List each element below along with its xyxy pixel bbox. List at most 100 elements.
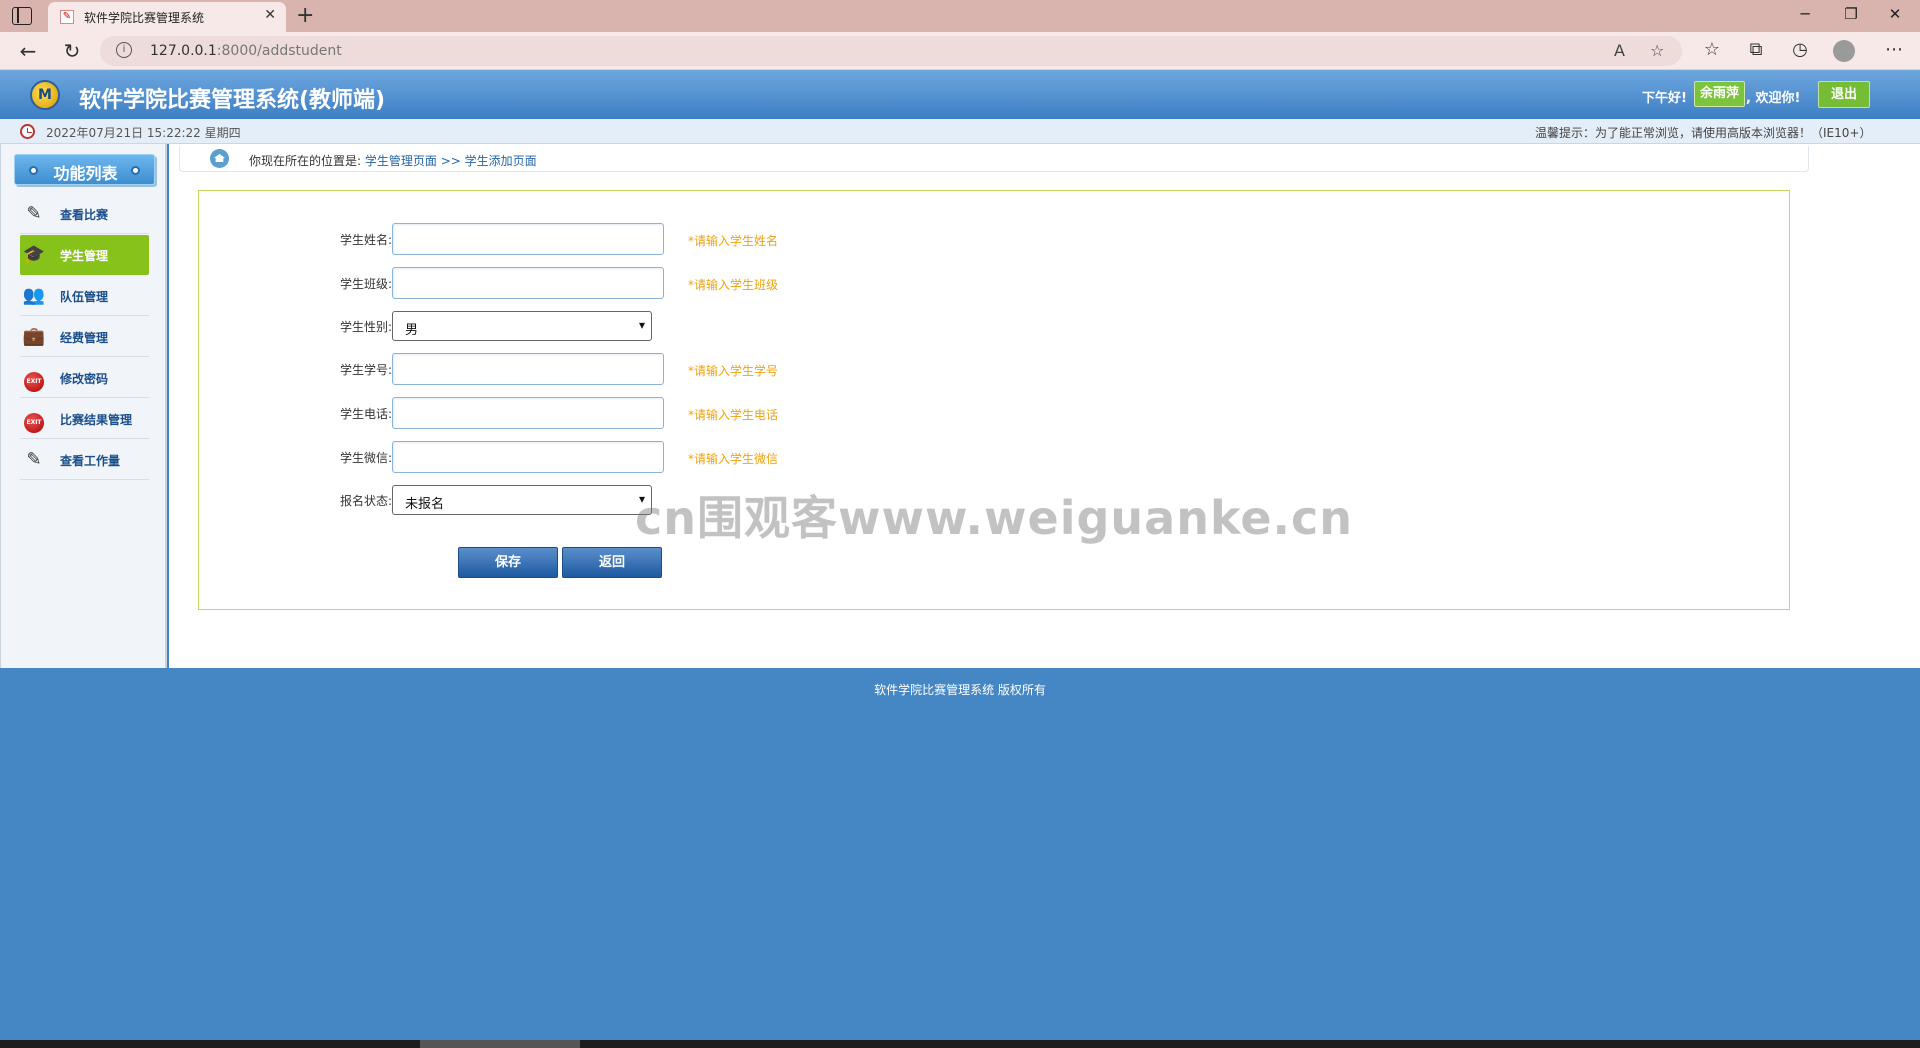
sidebar-item-label: 学生管理: [60, 249, 109, 263]
collections-icon[interactable]: ⧉: [1744, 39, 1768, 60]
name-label: 学生姓名:: [339, 233, 392, 247]
home-icon: [210, 149, 229, 168]
student-phone-input[interactable]: [392, 397, 664, 429]
url-text: 127.0.0.1:8000/addstudent: [150, 43, 342, 59]
phone-label: 学生电话:: [339, 407, 392, 421]
sidebar-item-view-workload[interactable]: ✎ 查看工作量: [20, 440, 149, 480]
form-row-wechat: 学生微信: *请输入学生微信: [199, 441, 1791, 473]
wechat-label: 学生微信:: [339, 451, 392, 465]
favorites-icon[interactable]: ☆: [1700, 39, 1724, 60]
clock-icon: [20, 124, 35, 139]
close-window-icon[interactable]: ✕: [1880, 5, 1910, 23]
watermark-text: cn围观客www.weiguanke.cn: [635, 491, 1354, 545]
sidebar-item-view-competitions[interactable]: ✎ 查看比赛: [20, 194, 149, 234]
phone-hint: *请输入学生电话: [688, 408, 779, 422]
exit-icon: EXIT: [22, 367, 46, 392]
student-name-input[interactable]: [392, 223, 664, 255]
breadcrumb-link-add-student[interactable]: 学生添加页面: [465, 154, 537, 168]
logout-button[interactable]: 退出: [1818, 81, 1870, 108]
reload-icon[interactable]: ↻: [60, 39, 84, 63]
gender-select[interactable]: 男 ▾: [392, 311, 652, 341]
form-row-number: 学生学号: *请输入学生学号: [199, 353, 1791, 385]
browser-tip: 温馨提示：为了能正常浏览，请使用高版本浏览器！（IE10+）: [1535, 126, 1872, 140]
address-bar-row: ← ↻ i 127.0.0.1:8000/addstudent A ☆ ☆ ⧉ …: [0, 32, 1920, 70]
restore-icon[interactable]: ❐: [1836, 5, 1866, 23]
site-header: M 软件学院比赛管理系统(教师端) 下午好! 余雨萍 , 欢迎你! 退出: [0, 70, 1920, 119]
breadcrumb-prefix: 你现在所在的位置是:: [249, 154, 362, 168]
taskbar-active-app[interactable]: [420, 1040, 580, 1048]
sidebar-item-label: 队伍管理: [60, 290, 109, 304]
team-icon: 👥: [22, 285, 46, 306]
breadcrumb-text: 你现在所在的位置是: 学生管理页面 >> 学生添加页面: [249, 152, 537, 169]
chevron-down-icon: ▾: [638, 318, 645, 332]
breadcrumb: 你现在所在的位置是: 学生管理页面 >> 学生添加页面: [179, 146, 1809, 172]
sidebar-heading: 功能列表: [14, 154, 155, 185]
breadcrumb-separator: >>: [440, 154, 461, 168]
logo-icon: M: [30, 80, 60, 110]
status-select[interactable]: 未报名 ▾: [392, 485, 652, 515]
minimize-icon[interactable]: ─: [1790, 5, 1820, 23]
form-row-gender: 学生性别: 男 ▾: [199, 310, 1791, 342]
tab-actions-icon[interactable]: [12, 7, 32, 25]
student-class-input[interactable]: [392, 267, 664, 299]
dot-icon: [131, 166, 140, 175]
funds-icon: 💼: [22, 326, 46, 347]
history-icon[interactable]: ◷: [1788, 39, 1812, 60]
username-badge: 余雨萍: [1694, 81, 1746, 107]
sidebar-item-label: 修改密码: [60, 372, 109, 386]
url-field[interactable]: i 127.0.0.1:8000/addstudent A ☆: [100, 36, 1682, 66]
read-aloud-icon[interactable]: A: [1614, 41, 1625, 60]
sidebar-item-student-management[interactable]: 🎓 学生管理: [20, 235, 149, 275]
more-menu-icon[interactable]: ⋯: [1882, 39, 1906, 60]
sidebar: 功能列表 ✎ 查看比赛 🎓 学生管理 👥 队伍管理 💼 经费管理 EXIT 修改…: [0, 144, 167, 668]
sidebar-item-change-password[interactable]: EXIT 修改密码: [20, 358, 149, 398]
sidebar-item-funds-management[interactable]: 💼 经费管理: [20, 317, 149, 357]
welcome-text: , 欢迎你!: [1746, 91, 1801, 106]
info-bar: 2022年07月21日 15:22:22 星期四 温馨提示：为了能正常浏览，请使…: [0, 119, 1920, 144]
add-favorite-icon[interactable]: ☆: [1650, 41, 1664, 60]
footer-copyright: 软件学院比赛管理系统 版权所有: [874, 683, 1046, 697]
sidebar-item-label: 查看工作量: [60, 454, 121, 468]
browser-tab[interactable]: ✎ 软件学院比赛管理系统 ✕: [48, 2, 286, 32]
taskbar: [0, 1040, 1920, 1048]
exit-icon: EXIT: [22, 408, 46, 433]
student-icon: 🎓: [22, 244, 46, 265]
back-icon[interactable]: ←: [16, 39, 40, 63]
browser-tab-bar: ✎ 软件学院比赛管理系统 ✕ + ─ ❐ ✕: [0, 0, 1920, 32]
gender-label: 学生性别:: [339, 320, 392, 334]
pencil-book-icon: ✎: [26, 203, 42, 224]
save-button[interactable]: 保存: [458, 547, 558, 578]
tab-title: 软件学院比赛管理系统: [84, 11, 205, 25]
close-tab-icon[interactable]: ✕: [264, 7, 276, 23]
student-wechat-input[interactable]: [392, 441, 664, 473]
greeting: 下午好!: [1642, 91, 1687, 106]
back-button[interactable]: 返回: [562, 547, 662, 578]
new-tab-icon[interactable]: +: [296, 3, 314, 28]
class-label: 学生班级:: [339, 277, 392, 291]
pencil-book-icon: ✎: [26, 449, 42, 470]
number-hint: *请输入学生学号: [688, 364, 779, 378]
profile-icon[interactable]: [1833, 40, 1855, 62]
sidebar-item-result-management[interactable]: EXIT 比赛结果管理: [20, 399, 149, 439]
web-page: M 软件学院比赛管理系统(教师端) 下午好! 余雨萍 , 欢迎你! 退出 202…: [0, 70, 1920, 1048]
breadcrumb-link-student-management[interactable]: 学生管理页面: [365, 154, 437, 168]
form-row-name: 学生姓名: *请输入学生姓名: [199, 223, 1791, 255]
status-selected-value: 未报名: [405, 497, 445, 512]
sidebar-item-label: 经费管理: [60, 331, 109, 345]
sidebar-item-label: 比赛结果管理: [60, 413, 133, 427]
student-number-input[interactable]: [392, 353, 664, 385]
form-row-phone: 学生电话: *请输入学生电话: [199, 397, 1791, 429]
form-row-class: 学生班级: *请输入学生班级: [199, 267, 1791, 299]
sidebar-item-team-management[interactable]: 👥 队伍管理: [20, 276, 149, 316]
main-content: 你现在所在的位置是: 学生管理页面 >> 学生添加页面 学生姓名: *请输入学生…: [169, 144, 1920, 668]
current-datetime: 2022年07月21日 15:22:22 星期四: [46, 126, 241, 140]
number-label: 学生学号:: [339, 363, 392, 377]
sidebar-item-label: 查看比赛: [60, 208, 109, 222]
system-title: 软件学院比赛管理系统(教师端): [79, 88, 386, 113]
favicon-icon: ✎: [60, 10, 74, 24]
status-label: 报名状态:: [339, 494, 392, 508]
info-icon[interactable]: i: [116, 42, 132, 58]
class-hint: *请输入学生班级: [688, 278, 779, 292]
wechat-hint: *请输入学生微信: [688, 452, 779, 466]
name-hint: *请输入学生姓名: [688, 234, 779, 248]
